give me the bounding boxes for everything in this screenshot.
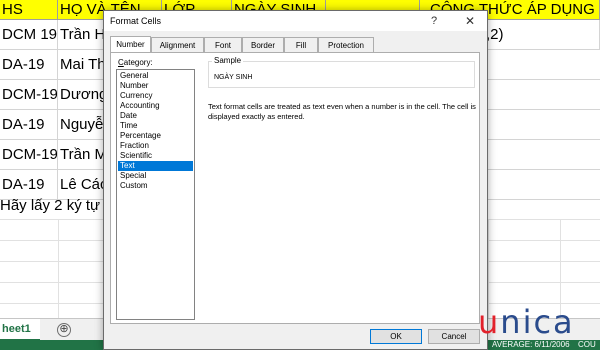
tab-alignment[interactable]: Alignment (151, 37, 204, 52)
category-list[interactable]: General Number Currency Accounting Date … (116, 69, 195, 320)
category-item-fraction[interactable]: Fraction (118, 141, 193, 151)
tab-number[interactable]: Number (110, 36, 151, 53)
gridline (58, 220, 59, 318)
instruction-note[interactable]: Hãy lấy 2 ký tự (0, 196, 100, 216)
add-sheet-icon[interactable]: ⊕ (57, 323, 71, 337)
tab-fill[interactable]: Fill (284, 37, 318, 52)
help-icon[interactable]: ? (426, 13, 442, 29)
category-item-percentage[interactable]: Percentage (118, 131, 193, 141)
cell-id[interactable]: DCM-19 (0, 140, 58, 170)
category-label: Category: (118, 58, 153, 67)
ok-button[interactable]: OK (370, 329, 422, 344)
sample-label: Sample (212, 56, 244, 65)
sample-group: Sample NGÀY SINH (208, 56, 475, 88)
cell-id[interactable]: DCM-19 (0, 80, 58, 110)
category-item-special[interactable]: Special (118, 171, 193, 181)
status-average: AVERAGE: 6/11/2006 (492, 340, 570, 349)
logo-first-letter: u (478, 303, 501, 341)
dialog-title: Format Cells (110, 16, 162, 26)
cell-id[interactable]: DA-19 (0, 50, 58, 80)
category-item-number[interactable]: Number (118, 81, 193, 91)
cancel-button[interactable]: Cancel (428, 329, 480, 344)
category-item-accounting[interactable]: Accounting (118, 101, 193, 111)
category-item-date[interactable]: Date (118, 111, 193, 121)
cell-formula[interactable]: ,2) (486, 20, 600, 50)
status-count: COU (578, 340, 596, 349)
format-description: Text format cells are treated as text ev… (208, 102, 476, 121)
header-cell-hs[interactable]: HS (0, 0, 58, 19)
dialog-titlebar[interactable]: Format Cells ? ✕ (104, 11, 487, 31)
sheet-tab[interactable]: heet1 (0, 319, 40, 341)
tab-border[interactable]: Border (242, 37, 284, 52)
category-item-text[interactable]: Text (118, 161, 193, 171)
cell-id[interactable]: DA-19 (0, 110, 58, 140)
sample-value: NGÀY SINH (214, 74, 253, 81)
category-item-currency[interactable]: Currency (118, 91, 193, 101)
category-item-scientific[interactable]: Scientific (118, 151, 193, 161)
tab-font[interactable]: Font (204, 37, 242, 52)
close-icon[interactable]: ✕ (462, 13, 478, 29)
unica-logo: unica (478, 306, 575, 338)
format-cells-dialog: Format Cells ? ✕ Number Alignment Font B… (103, 10, 488, 350)
category-item-time[interactable]: Time (118, 121, 193, 131)
logo-rest: nica (500, 303, 575, 341)
category-label-text: ategory: (123, 58, 153, 67)
number-tab-panel: Category: General Number Currency Accoun… (110, 52, 480, 324)
category-item-general[interactable]: General (118, 71, 193, 81)
category-item-custom[interactable]: Custom (118, 181, 193, 191)
cell-id[interactable]: DCM 19 (0, 20, 58, 50)
tab-protection[interactable]: Protection (318, 37, 374, 52)
